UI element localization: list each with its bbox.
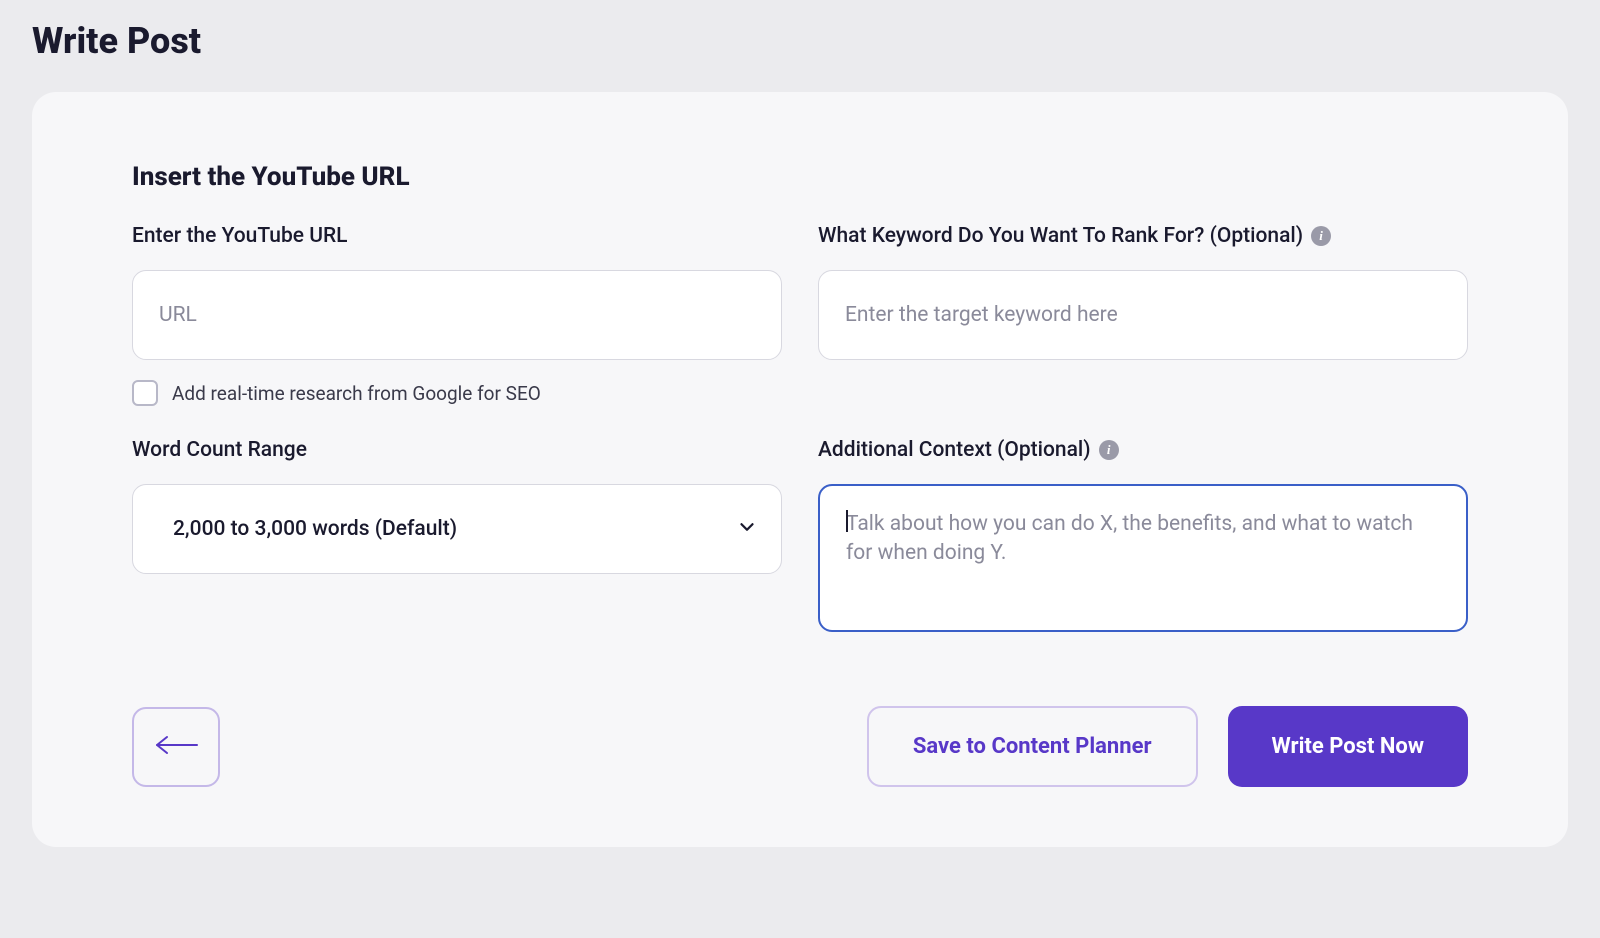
keyword-label: What Keyword Do You Want To Rank For? (O… [818,224,1468,248]
research-checkbox[interactable] [132,380,158,406]
url-label: Enter the YouTube URL [132,224,782,248]
keyword-input[interactable] [818,270,1468,360]
url-input[interactable] [132,270,782,360]
wordcount-selected-text: 2,000 to 3,000 words (Default) [173,517,457,541]
research-checkbox-row: Add real-time research from Google for S… [132,380,782,406]
page-title: Write Post [32,0,1568,92]
text-caret [846,510,848,532]
context-textarea[interactable] [818,484,1468,632]
research-checkbox-label: Add real-time research from Google for S… [172,382,541,405]
url-field-group: Enter the YouTube URL Add real-time rese… [132,224,782,406]
wordcount-select[interactable]: 2,000 to 3,000 words (Default) [132,484,782,574]
footer-actions: Save to Content Planner Write Post Now [867,706,1468,787]
wordcount-field-group: Word Count Range 2,000 to 3,000 words (D… [132,438,782,636]
save-to-planner-button[interactable]: Save to Content Planner [867,706,1198,787]
keyword-label-text: What Keyword Do You Want To Rank For? (O… [818,224,1303,248]
write-post-now-button[interactable]: Write Post Now [1228,706,1468,787]
context-label-text: Additional Context (Optional) [818,438,1091,462]
keyword-field-group: What Keyword Do You Want To Rank For? (O… [818,224,1468,406]
back-button[interactable] [132,707,220,787]
section-title: Insert the YouTube URL [132,162,1468,192]
context-textarea-wrapper [818,484,1468,636]
wordcount-label: Word Count Range [132,438,782,462]
context-field-group: Additional Context (Optional) i [818,438,1468,636]
info-icon[interactable]: i [1311,226,1331,246]
form-grid: Enter the YouTube URL Add real-time rese… [132,224,1468,636]
info-icon[interactable]: i [1099,440,1119,460]
wordcount-selected: 2,000 to 3,000 words (Default) [132,484,782,574]
context-label: Additional Context (Optional) i [818,438,1468,462]
form-card: Insert the YouTube URL Enter the YouTube… [32,92,1568,847]
footer-row: Save to Content Planner Write Post Now [132,706,1468,787]
arrow-left-icon [153,733,199,760]
